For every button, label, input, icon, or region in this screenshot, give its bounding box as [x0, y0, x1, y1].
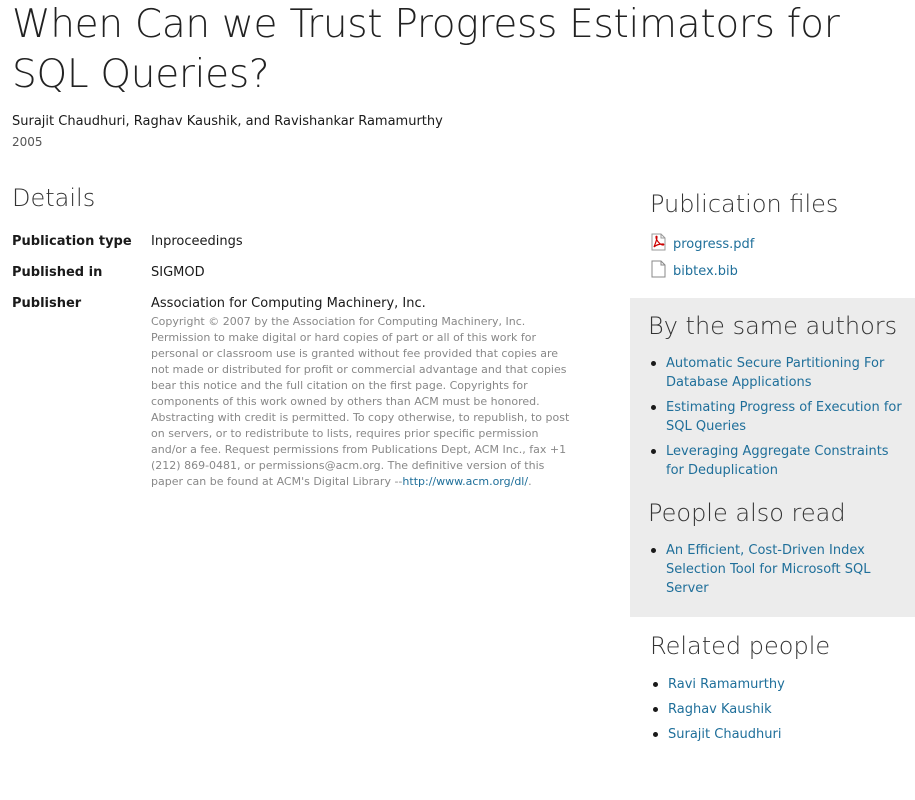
detail-value: Inproceedings [151, 234, 243, 249]
copyright-end: . [528, 475, 532, 488]
list-item: Estimating Progress of Execution for SQL… [648, 398, 908, 436]
details-heading: Details [12, 184, 96, 212]
publication-year: 2005 [12, 135, 43, 149]
list-item: Leveraging Aggregate Constraints for Ded… [648, 442, 908, 480]
same-authors-list: Automatic Secure Partitioning For Databa… [648, 354, 908, 486]
same-authors-link[interactable]: Automatic Secure Partitioning For Databa… [666, 356, 884, 390]
page-title: When Can we Trust Progress Estimators fo… [12, 2, 840, 97]
file-link-pdf[interactable]: progress.pdf [673, 237, 754, 252]
list-item: Automatic Secure Partitioning For Databa… [648, 354, 908, 392]
pdf-file-icon [651, 233, 666, 251]
related-people-heading: Related people [650, 632, 831, 660]
same-authors-link[interactable]: Estimating Progress of Execution for SQL… [666, 400, 902, 434]
list-item: Ravi Ramamurthy [650, 675, 785, 694]
author-list: Surajit Chaudhuri, Raghav Kaushik, and R… [12, 114, 443, 129]
list-item: Surajit Chaudhuri [650, 725, 785, 744]
document-file-icon [651, 260, 666, 278]
same-authors-heading: By the same authors [648, 312, 898, 340]
related-people-list: Ravi Ramamurthy Raghav Kaushik Surajit C… [650, 675, 785, 750]
recommendations-panel: By the same authors Automatic Secure Par… [630, 298, 915, 617]
copyright-notice: Copyright © 2007 by the Association for … [151, 314, 576, 490]
list-item: Raghav Kaushik [650, 700, 785, 719]
same-authors-link[interactable]: Leveraging Aggregate Constraints for Ded… [666, 444, 889, 478]
related-person-link[interactable]: Ravi Ramamurthy [668, 677, 785, 692]
list-item: An Efficient, Cost-Driven Index Selectio… [648, 541, 908, 598]
acm-digital-library-link[interactable]: http://www.acm.org/dl/ [402, 475, 528, 488]
people-also-read-list: An Efficient, Cost-Driven Index Selectio… [648, 541, 908, 604]
related-person-link[interactable]: Raghav Kaushik [668, 702, 772, 717]
detail-label: Publication type [12, 234, 132, 249]
copyright-text: Copyright © 2007 by the Association for … [151, 315, 570, 488]
detail-label: Publisher [12, 296, 82, 311]
detail-label: Published in [12, 265, 103, 280]
related-person-link[interactable]: Surajit Chaudhuri [668, 727, 781, 742]
also-read-link[interactable]: An Efficient, Cost-Driven Index Selectio… [666, 543, 870, 596]
publication-files-heading: Publication files [650, 190, 839, 218]
detail-value: SIGMOD [151, 265, 205, 280]
detail-value: Association for Computing Machinery, Inc… [151, 296, 426, 311]
people-also-read-heading: People also read [648, 499, 846, 527]
file-link-bib[interactable]: bibtex.bib [673, 264, 738, 279]
